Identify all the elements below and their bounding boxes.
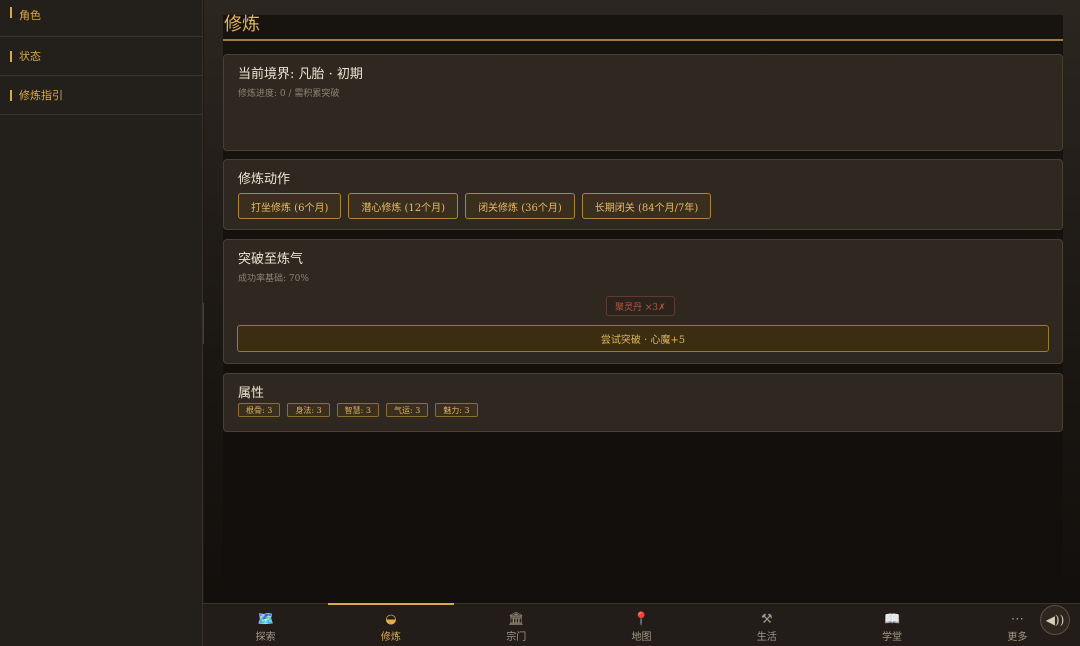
cultivation-actions-panel: 修炼动作 打坐修炼 (6个月) 潜心修炼 (12个月) 闭关修炼 (36个月) … [223,159,1063,230]
success-rate: 成功率基础: 70% [238,274,309,284]
seclusion-button[interactable]: 闭关修炼 (36个月) [465,193,575,219]
attributes-panel: 属性 根骨: 3 身法: 3 智慧: 3 气运: 3 魅力: 3 [223,373,1063,432]
sidebar-marker [10,89,12,101]
actions-button-row: 打坐修炼 (6个月) 潜心修炼 (12个月) 闭关修炼 (36个月) 长期闭关 … [238,193,1048,219]
attr-agility: 身法: 3 [287,403,330,417]
page-title: 修炼 [223,15,1063,41]
nav-label: 地图 [631,631,652,643]
hammer-pick-icon: ⚒ [760,611,773,627]
sidebar-item-label: 角色 [19,9,41,22]
focused-cultivation-button[interactable]: 潜心修炼 (12个月) [348,193,459,219]
sidebar: 角色 状态 修炼指引 [0,0,203,646]
attr-luck: 气运: 3 [385,403,429,417]
nav-label: 更多 [1007,631,1028,643]
sidebar-item-character[interactable]: 角色 [0,0,202,37]
map-scroll-icon: 🗺️ [257,611,274,627]
sidebar-marker [10,50,12,62]
nav-label: 探索 [255,631,276,643]
attr-root-bone: 根骨: 3 [238,403,281,417]
long-seclusion-button[interactable]: 长期闭关 (84个月/7年) [581,193,712,219]
nav-academy[interactable]: 📖 学堂 [829,604,954,646]
nav-sect[interactable]: 🏛 宗门 [454,604,579,646]
speaker-icon: ◀)) [1045,613,1065,627]
bottom-nav: 🗺️ 探索 ◒ 修炼 🏛 宗门 📍 地图 ⚒ 生活 📖 学堂 ⋯ 更多 [203,603,1080,646]
sidebar-marker [10,7,12,18]
nav-label: 宗门 [506,631,527,643]
nav-label: 生活 [756,631,777,643]
realm-title: 当前境界: 凡胎 · 初期 [238,67,363,82]
realm-progress: 修炼进度: 0 / 需积累突破 [238,89,340,99]
attempt-breakthrough-button[interactable]: 尝试突破 · 心魔+5 [237,325,1049,352]
attr-wisdom: 智慧: 3 [336,403,379,417]
attributes-row: 根骨: 3 身法: 3 智慧: 3 气运: 3 魅力: 3 [238,403,1048,417]
nav-cultivate[interactable]: ◒ 修炼 [328,603,454,646]
content-panel: 修炼 当前境界: 凡胎 · 初期 修炼进度: 0 / 需积累突破 修炼动作 打坐… [223,15,1063,585]
nav-label: 修炼 [380,631,401,643]
temple-icon: 🏛 [507,611,525,627]
pin-icon: 📍 [633,611,650,627]
nav-label: 学堂 [882,631,903,643]
nav-map[interactable]: 📍 地图 [579,604,704,646]
attr-charm: 魅力: 3 [435,403,478,417]
meditate-button[interactable]: 打坐修炼 (6个月) [238,193,342,219]
sidebar-item-status[interactable]: 状态 [0,37,202,76]
missing-item-badge: 聚灵丹 ×3✗ [606,296,675,316]
sidebar-item-label: 修炼指引 [19,89,63,102]
book-icon: 📖 [883,611,901,627]
realm-panel: 当前境界: 凡胎 · 初期 修炼进度: 0 / 需积累突破 [223,54,1063,151]
attributes-title: 属性 [238,386,265,401]
ellipsis-icon: ⋯ [1010,611,1024,627]
breakthrough-panel: 突破至炼气 成功率基础: 70% 聚灵丹 ×3✗ 尝试突破 · 心魔+5 [223,239,1063,364]
main-area: 修炼 当前境界: 凡胎 · 初期 修炼进度: 0 / 需积累突破 修炼动作 打坐… [204,0,1080,603]
nav-life[interactable]: ⚒ 生活 [704,604,829,646]
sound-toggle-button[interactable]: ◀)) [1040,605,1070,635]
breakthrough-title: 突破至炼气 [238,252,304,267]
nav-explore[interactable]: 🗺️ 探索 [203,604,328,646]
actions-title: 修炼动作 [238,172,291,187]
sidebar-item-label: 状态 [19,50,41,63]
yin-yang-icon: ◒ [385,611,397,627]
sidebar-item-cultivation-guide[interactable]: 修炼指引 [0,76,202,115]
